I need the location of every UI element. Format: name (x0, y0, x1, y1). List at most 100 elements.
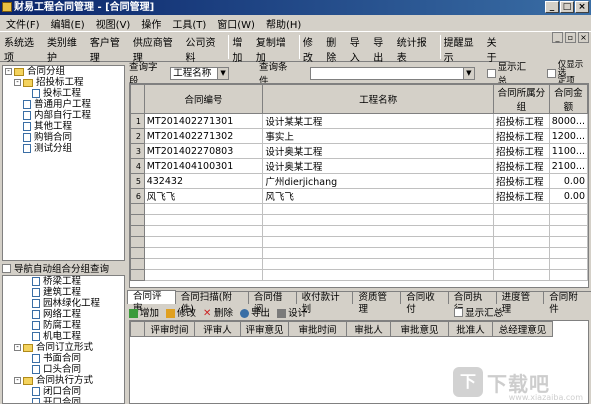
tree-node[interactable]: - 合同分组 (3, 66, 124, 77)
detail-edit-button[interactable]: 修改 (166, 305, 196, 319)
contract-grid[interactable]: 合同编号 工程名称 合同所属分组 合同金额 1 MT201402271301 设计某… (129, 83, 589, 288)
tree-node[interactable]: 其他工程 (3, 121, 124, 132)
tree-node[interactable]: 口头合同 (3, 364, 124, 375)
column-header[interactable]: 审批时间 (288, 321, 347, 337)
table-row[interactable]: 4 MT201404100301 设计奥某工程 招投标工程 2100... (130, 158, 588, 174)
collapse-toggle-icon[interactable]: - (5, 68, 12, 75)
toolbar-button-help[interactable]: 关于 (487, 32, 506, 64)
menu-view[interactable]: 视图(V) (96, 16, 131, 31)
tree-node[interactable]: 购销合同 (3, 132, 124, 143)
column-header[interactable]: 总经理意见 (492, 321, 553, 337)
menu-file[interactable]: 文件(F) (6, 16, 40, 31)
table-row[interactable]: 6 风飞飞 风飞飞 招投标工程 0.00 (130, 188, 588, 204)
tree-node[interactable]: 内部自行工程 (3, 110, 124, 121)
column-header[interactable]: 审批人 (346, 321, 391, 337)
nav-group-query-checkbox[interactable] (2, 263, 11, 273)
toolbar-button-reminder[interactable]: 提醒显示 (444, 32, 483, 64)
tree-node[interactable]: 投标工程 (3, 88, 124, 99)
collapse-toggle-icon[interactable]: - (14, 344, 21, 351)
toolbar-button-edit[interactable]: 修改 (303, 32, 322, 64)
detail-design-button[interactable]: 设计 (277, 305, 307, 319)
menu-edit[interactable]: 编辑(E) (51, 16, 85, 31)
search-bar: 查询字段 工程名称 ▼ 查询条件 ▼ 显示汇总 仅显示选 定项 (127, 61, 591, 87)
tree-node[interactable]: 闭口合同 (3, 386, 124, 397)
tree-node[interactable]: 开口合同 (3, 397, 124, 403)
tab-3[interactable]: 收付款计划 (295, 291, 354, 315)
tab-5[interactable]: 合同收付 (400, 291, 449, 315)
empty-row (130, 203, 588, 215)
review-grid[interactable]: 评审时间 评审人 评审意见 审批时间 审批人 审批意见 批准人 总经理意见 (129, 320, 589, 404)
toolbar-button-tools[interactable]: 类别维护 (47, 32, 86, 64)
tab-4[interactable]: 资质管理 (352, 291, 402, 315)
toolbar-button-company[interactable]: 公司资料 (185, 32, 224, 64)
toolbar-button-delete[interactable]: 删除 (326, 32, 345, 64)
contract-group-tree[interactable]: - 合同分组 - 招投标工程 投标工程 普通用户工程 内部自行工程 其他工程 购销合同 测试分组 (2, 65, 125, 261)
tree-node[interactable]: - 合同执行方式 (3, 375, 124, 386)
tree-node[interactable]: - 招投标工程 (3, 77, 124, 88)
close-button[interactable]: × (575, 1, 589, 13)
mdi-restore-button[interactable]: ▫ (565, 32, 576, 43)
detail-add-button[interactable]: 增加 (129, 305, 159, 319)
empty-cell (492, 269, 550, 281)
tree-node[interactable]: 机电工程 (3, 331, 124, 342)
collapse-toggle-icon[interactable]: - (14, 79, 21, 86)
toolbar-button-add[interactable]: 增加 (232, 32, 251, 64)
tree-node[interactable]: 测试分组 (3, 143, 124, 154)
tab-1[interactable]: 合同扫描(附件) (174, 291, 249, 315)
column-header[interactable]: 审批意见 (390, 321, 449, 337)
column-header[interactable]: 合同编号 (143, 84, 264, 114)
toolbar-button-settings[interactable]: 系统选项 (4, 32, 43, 64)
tree-node[interactable]: 普通用户工程 (3, 99, 124, 110)
mdi-minimize-button[interactable]: _ (552, 32, 563, 43)
empty-cell (143, 258, 264, 270)
toolbar-button-label: 客户管理 (89, 38, 120, 64)
maximize-button[interactable]: □ (560, 1, 574, 13)
table-row[interactable]: 3 MT201402270803 设计奥某工程 招投标工程 1100... (130, 143, 588, 159)
column-header[interactable]: 工程名称 (262, 84, 494, 114)
column-header[interactable]: 评审人 (194, 321, 241, 337)
tree-node[interactable]: 书面合同 (3, 353, 124, 364)
tab-8[interactable]: 合同附件 (543, 291, 591, 315)
query-field-select[interactable]: 工程名称 ▼ (170, 66, 230, 80)
toolbar-button-import[interactable]: 导入 (350, 32, 369, 64)
mdi-close-button[interactable]: × (578, 32, 589, 43)
toolbar-button-customer[interactable]: 客户管理 (89, 32, 129, 64)
column-header[interactable]: 批准人 (448, 321, 493, 337)
tab-2[interactable]: 合同借阅 (247, 291, 297, 315)
auto-group-tree[interactable]: 桥梁工程 建筑工程 园林绿化工程 网络工程 防腐工程 机电工程 - 合同订立形式 书面合同 口头合… (2, 275, 125, 404)
tab-7[interactable]: 进度管理 (495, 291, 545, 315)
tree-node[interactable]: 园林绿化工程 (3, 298, 124, 309)
tree-node[interactable]: 网络工程 (3, 309, 124, 320)
toolbar-button-copy-add[interactable]: 复制增加 (256, 32, 295, 64)
show-selected-checkbox[interactable] (546, 68, 556, 78)
tab-6[interactable]: 合同执行 (447, 291, 497, 315)
minimize-button[interactable]: _ (545, 1, 559, 13)
tree-node[interactable]: 桥梁工程 (3, 276, 124, 287)
menu-window[interactable]: 窗口(W) (217, 16, 255, 31)
tree-node[interactable]: 防腐工程 (3, 320, 124, 331)
column-header[interactable]: 评审时间 (144, 321, 195, 337)
toolbar-button-report[interactable]: 统计报表 (397, 32, 436, 64)
table-row[interactable]: 1 MT201402271301 设计某某工程 招投标工程 8000... (130, 113, 588, 129)
toolbar-button-export[interactable]: 导出 (373, 32, 392, 64)
empty-cell (262, 247, 494, 259)
tree-node[interactable]: - 合同订立形式 (3, 342, 124, 353)
column-header[interactable]: 合同所属分组 (492, 84, 550, 114)
tab-0[interactable]: 合同评审 (127, 290, 176, 314)
tree-node[interactable]: 建筑工程 (3, 287, 124, 298)
column-header[interactable]: 合同金额 (548, 84, 588, 114)
chevron-down-icon: ▼ (217, 67, 229, 79)
collapse-toggle-icon[interactable]: - (14, 377, 21, 384)
toolbar-button-supplier[interactable]: 供应商管理 (133, 32, 182, 64)
query-condition-input[interactable]: ▼ (310, 66, 475, 80)
menu-tools[interactable]: 工具(T) (172, 16, 206, 31)
menu-operate[interactable]: 操作 (141, 16, 161, 31)
detail-delete-button[interactable]: ✕ 删除 (203, 305, 233, 319)
table-row[interactable]: 5 432432 广州dierjichang 招投标工程 0.00 (130, 173, 588, 189)
detail-summary-checkbox[interactable] (454, 307, 464, 317)
menu-help[interactable]: 帮助(H) (266, 16, 301, 31)
column-header[interactable]: 评审意见 (240, 321, 289, 337)
table-row[interactable]: 2 MT201402271302 事实上 招投标工程 1200... (130, 128, 588, 144)
show-summary-checkbox[interactable] (486, 68, 496, 78)
detail-export-button[interactable]: 导出 (240, 305, 270, 319)
